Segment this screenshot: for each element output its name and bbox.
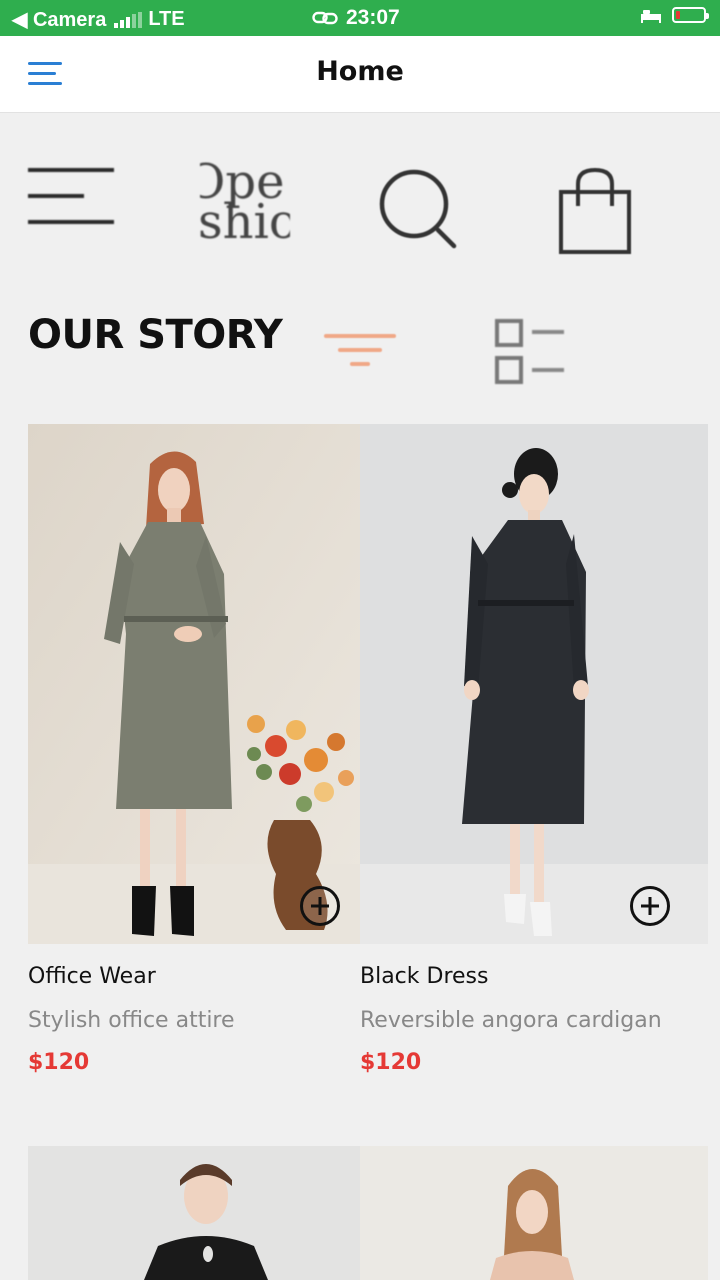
product-card-partial-2[interactable]	[360, 1146, 708, 1280]
section-title: OUR STORY	[28, 312, 283, 358]
bed-icon	[641, 10, 661, 23]
brand-logo[interactable]: Ope shio	[200, 162, 290, 262]
add-to-cart-icon[interactable]	[630, 886, 670, 926]
clock: 23:07	[346, 6, 400, 29]
filter-icon[interactable]	[324, 328, 396, 372]
page-title: Home	[316, 56, 404, 87]
product-image[interactable]	[360, 1146, 708, 1280]
search-icon[interactable]	[376, 168, 460, 252]
menu-icon[interactable]	[28, 154, 116, 224]
battery-icon	[672, 7, 709, 23]
product-name[interactable]: Black Dress	[360, 964, 488, 989]
product-price: $120	[360, 1050, 422, 1075]
shopping-bag-icon[interactable]	[556, 162, 636, 258]
signal-bars-icon	[114, 11, 143, 28]
product-description: Reversible angora cardigan	[360, 1008, 662, 1033]
link-icon	[312, 11, 338, 25]
logo-line-2: shio	[200, 194, 290, 250]
product-card-partial-1[interactable]	[28, 1146, 360, 1280]
back-to-camera-link[interactable]: ◀ Camera	[12, 7, 106, 32]
product-image[interactable]	[28, 1146, 360, 1280]
product-card-black-dress[interactable]: Black Dress Reversible angora cardigan $…	[360, 424, 708, 1084]
list-view-icon[interactable]	[494, 318, 566, 386]
add-to-cart-icon[interactable]	[300, 886, 340, 926]
status-left: ◀ Camera LTE	[12, 7, 185, 32]
status-bar: ◀ Camera LTE 23:07	[0, 0, 720, 36]
network-type: LTE	[148, 8, 185, 30]
product-price: $120	[28, 1050, 90, 1075]
product-image[interactable]	[28, 424, 360, 944]
brand-toolbar: Ope shio	[0, 140, 720, 270]
product-name[interactable]: Office Wear	[28, 964, 156, 989]
product-image[interactable]	[360, 424, 708, 944]
product-description: Stylish office attire	[28, 1008, 235, 1033]
navigation-bar: Home	[0, 36, 720, 113]
status-right	[640, 7, 709, 23]
status-center: 23:07	[312, 6, 400, 30]
product-card-office-wear[interactable]: Office Wear Stylish office attire $120	[28, 424, 360, 1084]
